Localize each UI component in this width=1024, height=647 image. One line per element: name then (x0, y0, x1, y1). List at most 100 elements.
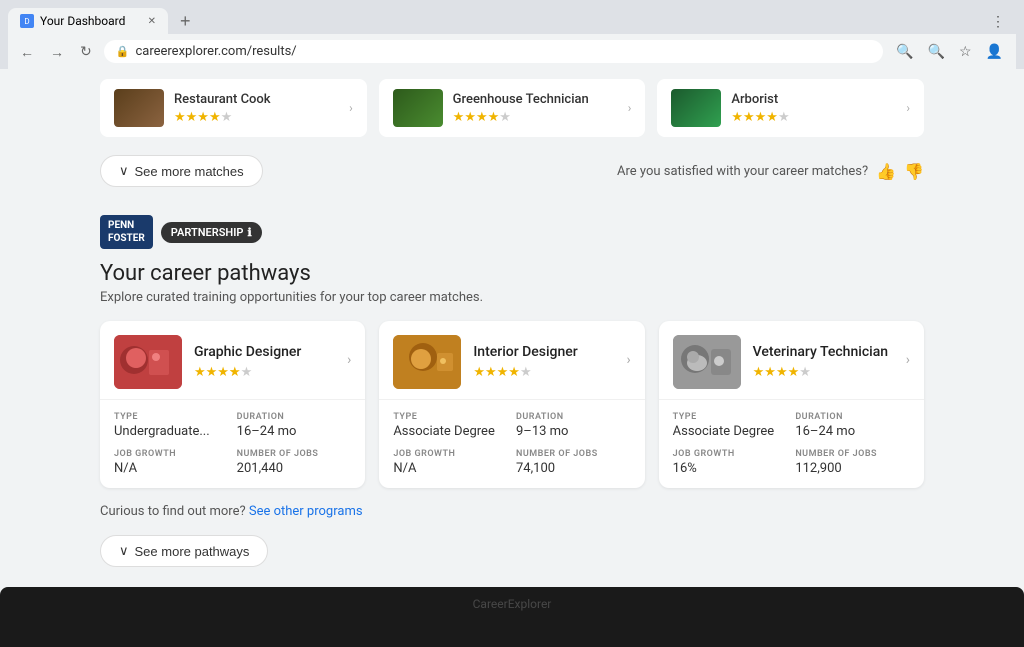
pathway-card-graphic-details: TYPE Undergraduate... DURATION 16–24 mo … (100, 400, 365, 488)
thumbs-down-button[interactable]: 👎 (904, 162, 924, 181)
pathway-card-graphic-stars: ★★★★★★ (194, 365, 301, 380)
vet-type-label: TYPE (673, 412, 788, 422)
pathway-card-vet-details: TYPE Associate Degree DURATION 16–24 mo … (659, 400, 924, 488)
interior-growth-item: JOB GROWTH N/A (393, 449, 508, 476)
vet-type-item: TYPE Associate Degree (673, 412, 788, 439)
graphic-jobs-label: NUMBER OF JOBS (237, 449, 352, 459)
new-tab-button[interactable]: + (172, 11, 199, 32)
match-card-cook-arrow: › (349, 101, 353, 115)
see-more-matches-button[interactable]: ∨ See more matches (100, 155, 263, 187)
forward-button[interactable]: → (46, 42, 68, 62)
interior-duration-value: 9–13 mo (516, 424, 631, 439)
match-card-cook-info: Restaurant Cook ★★★★★ (174, 92, 271, 125)
pathway-card-interior-title: Interior Designer (473, 344, 577, 360)
see-more-bar: ∨ See more matches Are you satisfied wit… (100, 147, 924, 203)
vet-duration-value: 16–24 mo (795, 424, 910, 439)
page-content: Restaurant Cook ★★★★★ › Greenhouse Techn… (0, 69, 1024, 647)
profile-button[interactable]: 👤 (981, 40, 1008, 63)
pathway-card-graphic-title: Graphic Designer (194, 344, 301, 360)
pathway-card-vet-image (673, 335, 741, 389)
graphic-duration-item: DURATION 16–24 mo (237, 412, 352, 439)
pathway-card-vet-title: Veterinary Technician (753, 344, 888, 360)
match-card-arborist[interactable]: Arborist ★★★★★ › (657, 79, 924, 137)
pathway-card-graphic-arrow: › (347, 352, 351, 368)
footer-preview: CareerExplorer (0, 587, 1024, 647)
pathway-card-vet-arrow: › (906, 352, 910, 368)
active-tab[interactable]: D Your Dashboard ✕ (8, 8, 168, 34)
interior-growth-value: N/A (393, 461, 508, 476)
partnership-label: PARTNERSHIP (171, 226, 244, 239)
graphic-jobs-item: NUMBER OF JOBS 201,440 (237, 449, 352, 476)
top-matches-strip: Restaurant Cook ★★★★★ › Greenhouse Techn… (100, 69, 924, 147)
satisfaction-area: Are you satisfied with your career match… (617, 162, 924, 181)
partnership-badge-row: PENN FOSTER PARTNERSHIP ℹ (100, 215, 924, 249)
pathway-card-graphic-image (114, 335, 182, 389)
see-other-programs-link[interactable]: See other programs (249, 504, 363, 519)
match-card-greenhouse-title: Greenhouse Technician (453, 92, 589, 107)
graphic-growth-item: JOB GROWTH N/A (114, 449, 229, 476)
match-card-cook[interactable]: Restaurant Cook ★★★★★ › (100, 79, 367, 137)
match-card-arborist-stars: ★★★★★ (731, 110, 789, 125)
pathway-card-vet-technician[interactable]: Veterinary Technician ★★★★★ › TYPE Assoc… (659, 321, 924, 488)
pathway-card-graphic-header: Graphic Designer ★★★★★★ › (100, 321, 365, 400)
match-card-cook-title: Restaurant Cook (174, 92, 271, 107)
match-card-arborist-arrow: › (906, 101, 910, 115)
tab-favicon: D (20, 14, 34, 28)
back-button[interactable]: ← (16, 42, 38, 62)
match-card-arborist-title: Arborist (731, 92, 789, 107)
chevron-down-icon: ∨ (119, 163, 129, 179)
graphic-type-value: Undergraduate... (114, 424, 229, 439)
match-card-arborist-image (671, 89, 721, 127)
info-icon: ℹ (247, 226, 251, 239)
find-out-more-text: Curious to find out more? See other prog… (100, 504, 924, 519)
partnership-pill: PARTNERSHIP ℹ (161, 222, 262, 243)
vet-duration-label: DURATION (795, 412, 910, 422)
pathway-cards-container: Graphic Designer ★★★★★★ › TYPE Undergrad… (100, 321, 924, 488)
vet-jobs-item: NUMBER OF JOBS 112,900 (795, 449, 910, 476)
graphic-growth-value: N/A (114, 461, 229, 476)
url-text: careerexplorer.com/results/ (135, 44, 296, 59)
reload-button[interactable]: ↻ (76, 41, 96, 62)
zoom-button[interactable]: 🔍 (923, 40, 950, 63)
bookmark-button[interactable]: ☆ (954, 40, 977, 63)
see-more-pathways-bar: ∨ See more pathways (100, 535, 924, 567)
match-card-greenhouse-info: Greenhouse Technician ★★★★★ (453, 92, 589, 125)
match-card-cook-stars: ★★★★★ (174, 110, 271, 125)
pathway-card-vet-info: Veterinary Technician ★★★★★ (753, 344, 888, 380)
interior-type-item: TYPE Associate Degree (393, 412, 508, 439)
search-button[interactable]: 🔍 (891, 40, 918, 63)
satisfaction-text: Are you satisfied with your career match… (617, 164, 868, 179)
career-pathways-title: Your career pathways (100, 261, 924, 286)
tab-bar: D Your Dashboard ✕ + ⋮ (8, 8, 1016, 34)
lock-icon: 🔒 (116, 45, 130, 58)
see-more-pathways-button[interactable]: ∨ See more pathways (100, 535, 268, 567)
pathway-card-interior-designer[interactable]: Interior Designer ★★★★★ › TYPE Associate… (379, 321, 644, 488)
penn-foster-logo: PENN FOSTER (100, 215, 153, 249)
browser-menu-button[interactable]: ⋮ (986, 10, 1010, 33)
pathway-card-interior-arrow: › (626, 352, 630, 368)
pathway-card-graphic-info: Graphic Designer ★★★★★★ (194, 344, 301, 380)
address-bar[interactable]: 🔒 careerexplorer.com/results/ (104, 40, 883, 63)
see-more-matches-label: See more matches (135, 164, 244, 179)
thumbs-up-button[interactable]: 👍 (876, 162, 896, 181)
match-card-greenhouse[interactable]: Greenhouse Technician ★★★★★ › (379, 79, 646, 137)
match-card-greenhouse-arrow: › (628, 101, 632, 115)
footer-preview-inner: CareerExplorer (0, 587, 1024, 621)
graphic-type-label: TYPE (114, 412, 229, 422)
pathway-card-vet-stars: ★★★★★ (753, 365, 888, 380)
interior-duration-label: DURATION (516, 412, 631, 422)
pathway-card-interior-info: Interior Designer ★★★★★ (473, 344, 577, 380)
tab-close-button[interactable]: ✕ (148, 16, 156, 27)
pathway-card-graphic-designer[interactable]: Graphic Designer ★★★★★★ › TYPE Undergrad… (100, 321, 365, 488)
match-card-greenhouse-stars: ★★★★★ (453, 110, 589, 125)
vet-growth-item: JOB GROWTH 16% (673, 449, 788, 476)
chevron-down-icon: ∨ (119, 543, 129, 559)
match-card-arborist-info: Arborist ★★★★★ (731, 92, 789, 125)
nav-bar: ← → ↻ 🔒 careerexplorer.com/results/ 🔍 🔍 … (8, 34, 1016, 69)
graphic-type-item: TYPE Undergraduate... (114, 412, 229, 439)
match-card-greenhouse-image (393, 89, 443, 127)
pathway-card-interior-stars: ★★★★★ (473, 365, 577, 380)
find-out-more-static: Curious to find out more? (100, 504, 246, 519)
interior-jobs-label: NUMBER OF JOBS (516, 449, 631, 459)
graphic-duration-label: DURATION (237, 412, 352, 422)
